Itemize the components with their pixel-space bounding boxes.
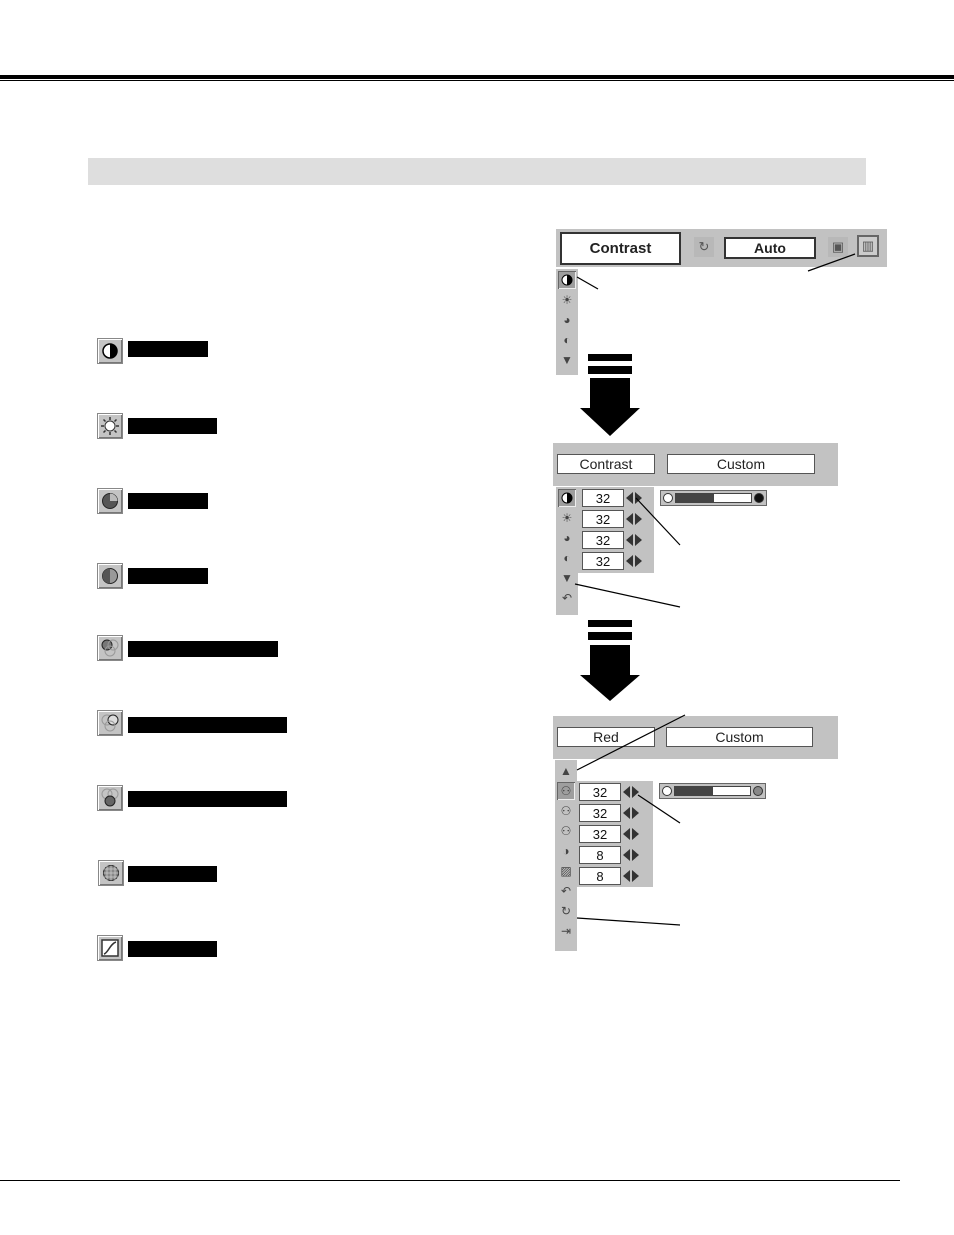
callout-line: [807, 253, 856, 272]
callout-line: [637, 794, 681, 824]
callout-line: [576, 276, 599, 290]
callout-line: [576, 917, 681, 926]
callout-line: [574, 583, 681, 608]
callout-line: [635, 497, 681, 546]
callout-line: [576, 714, 686, 771]
callout-lines: [574, 253, 856, 926]
